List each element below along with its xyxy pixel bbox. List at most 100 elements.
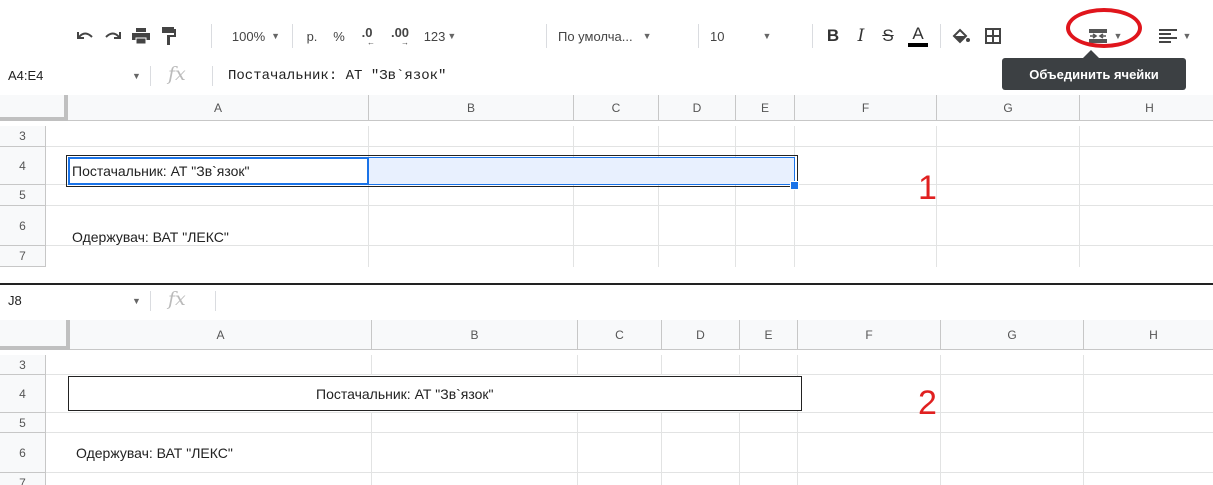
name-box[interactable]: J8 bbox=[8, 293, 22, 308]
column-header-g[interactable]: G bbox=[937, 95, 1080, 121]
column-header-label: D bbox=[696, 327, 705, 342]
column-header-b[interactable]: B bbox=[369, 95, 574, 121]
column-header-b[interactable]: B bbox=[372, 320, 578, 350]
column-header-label: E bbox=[764, 327, 773, 342]
row-header-label: 4 bbox=[19, 158, 26, 173]
cell-a6[interactable]: Одержувач: ВАТ "ЛЕКС" bbox=[72, 229, 229, 245]
divider bbox=[215, 291, 216, 311]
column-header-label: H bbox=[1145, 100, 1154, 115]
decrease-decimals-label: .0 bbox=[361, 24, 373, 40]
currency-button[interactable]: р. bbox=[302, 22, 322, 50]
column-header-label: B bbox=[466, 100, 475, 115]
zoom-value: 100% bbox=[231, 28, 266, 44]
fx-icon: fx bbox=[168, 288, 186, 310]
row-header-label: 7 bbox=[19, 249, 26, 263]
column-header-label: C bbox=[611, 100, 621, 115]
redo-button[interactable] bbox=[100, 22, 126, 50]
fill-color-icon bbox=[952, 28, 970, 44]
currency-label: р. bbox=[306, 28, 318, 44]
cell-a6[interactable]: Одержувач: ВАТ "ЛЕКС" bbox=[76, 445, 233, 461]
row-header-6[interactable]: 6 bbox=[0, 206, 46, 246]
chevron-down-icon[interactable]: ▼ bbox=[132, 71, 141, 81]
percent-button[interactable]: % bbox=[330, 22, 348, 50]
formula-bar: A4:E4 ▼ fx Постачальник: АТ "Зв`язок" bbox=[0, 62, 1213, 90]
column-header-label: F bbox=[865, 327, 873, 342]
row-header-4[interactable]: 4 bbox=[0, 375, 46, 413]
chevron-down-icon: ▼ bbox=[447, 31, 457, 41]
column-header-a[interactable]: A bbox=[68, 95, 369, 121]
print-button[interactable] bbox=[128, 22, 154, 50]
fill-color-button[interactable] bbox=[948, 22, 974, 50]
paint-format-icon bbox=[162, 27, 176, 45]
row-header-6[interactable]: 6 bbox=[0, 433, 46, 473]
bold-button[interactable]: B bbox=[822, 22, 844, 50]
divider bbox=[150, 66, 151, 86]
row-header-label: 5 bbox=[19, 188, 26, 202]
merged-cell-text: Постачальник: АТ "Зв`язок" bbox=[316, 386, 494, 402]
row-header-3[interactable]: 3 bbox=[0, 126, 46, 147]
borders-button[interactable] bbox=[980, 22, 1006, 50]
italic-button[interactable]: I bbox=[850, 22, 872, 50]
font-select[interactable]: По умолча... ▼ bbox=[558, 22, 690, 50]
align-icon bbox=[1158, 29, 1177, 43]
column-header-c[interactable]: C bbox=[578, 320, 662, 350]
column-header-label: F bbox=[861, 100, 870, 115]
fill-handle[interactable] bbox=[790, 181, 799, 190]
row-header-5[interactable]: 5 bbox=[0, 185, 46, 206]
increase-decimals-button[interactable]: .00 → bbox=[385, 22, 415, 50]
undo-button[interactable] bbox=[72, 22, 98, 50]
select-all-corner[interactable] bbox=[0, 95, 68, 121]
more-formats-label: 123 bbox=[423, 28, 446, 44]
strikethrough-icon: S bbox=[882, 26, 894, 45]
annotation-2: 2 bbox=[918, 384, 937, 422]
decrease-decimals-button[interactable]: .0 ← bbox=[354, 22, 380, 50]
column-header-label: C bbox=[615, 327, 624, 342]
tooltip-arrow bbox=[1083, 50, 1099, 58]
column-header-f[interactable]: F bbox=[795, 95, 937, 121]
more-formats-button[interactable]: 123 ▼ bbox=[419, 22, 461, 50]
column-header-e[interactable]: E bbox=[740, 320, 798, 350]
text-color-icon: A bbox=[912, 24, 924, 43]
formula-bar: J8 ▼ fx bbox=[0, 287, 1213, 315]
row-header-7[interactable]: 7 bbox=[0, 473, 46, 485]
column-header-c[interactable]: C bbox=[574, 95, 659, 121]
strikethrough-button[interactable]: S bbox=[877, 22, 899, 50]
horizontal-align-button[interactable]: ▼ bbox=[1152, 22, 1198, 50]
name-box[interactable]: A4:E4 bbox=[8, 68, 43, 83]
sheet1-grid: A B C D E F G H 3 4 5 6 7 Постачальник: … bbox=[0, 95, 1213, 267]
cell-a4[interactable]: Постачальник: АТ "Зв`язок" bbox=[72, 163, 250, 179]
column-header-label: A bbox=[216, 327, 225, 342]
row-header-7[interactable]: 7 bbox=[0, 246, 46, 267]
font-size-select[interactable]: 10 ▼ bbox=[710, 22, 808, 50]
column-header-h[interactable]: H bbox=[1084, 320, 1213, 350]
row-header-4[interactable]: 4 bbox=[0, 147, 46, 185]
column-header-e[interactable]: E bbox=[736, 95, 795, 121]
column-header-h[interactable]: H bbox=[1080, 95, 1213, 121]
annotation-1: 1 bbox=[918, 169, 937, 207]
column-header-f[interactable]: F bbox=[798, 320, 941, 350]
zoom-select[interactable]: 100% ▼ bbox=[226, 22, 286, 50]
column-header-label: A bbox=[213, 100, 222, 115]
column-header-g[interactable]: G bbox=[941, 320, 1084, 350]
row-header-label: 5 bbox=[19, 415, 26, 430]
bold-icon: B bbox=[826, 26, 840, 45]
column-header-label: G bbox=[1007, 327, 1017, 342]
chevron-down-icon: ▼ bbox=[271, 31, 281, 41]
paint-format-button[interactable] bbox=[156, 22, 182, 50]
sheet2-grid: A B C D E F G H 3 4 5 6 7 Постачальник: … bbox=[0, 320, 1213, 485]
column-header-d[interactable]: D bbox=[662, 320, 740, 350]
screenshot-divider bbox=[0, 283, 1213, 285]
column-header-d[interactable]: D bbox=[659, 95, 736, 121]
text-color-button[interactable]: A bbox=[906, 22, 930, 50]
select-all-corner[interactable] bbox=[0, 320, 70, 350]
highlight-circle bbox=[1066, 8, 1142, 48]
column-header-a[interactable]: A bbox=[70, 320, 372, 350]
divider bbox=[212, 66, 213, 86]
row-header-5[interactable]: 5 bbox=[0, 413, 46, 433]
italic-icon: I bbox=[857, 26, 865, 46]
divider bbox=[150, 291, 151, 311]
formula-input[interactable]: Постачальник: АТ "Зв`язок" bbox=[228, 68, 446, 84]
font-size-value: 10 bbox=[710, 28, 725, 44]
chevron-down-icon[interactable]: ▼ bbox=[132, 296, 141, 306]
row-header-3[interactable]: 3 bbox=[0, 355, 46, 375]
